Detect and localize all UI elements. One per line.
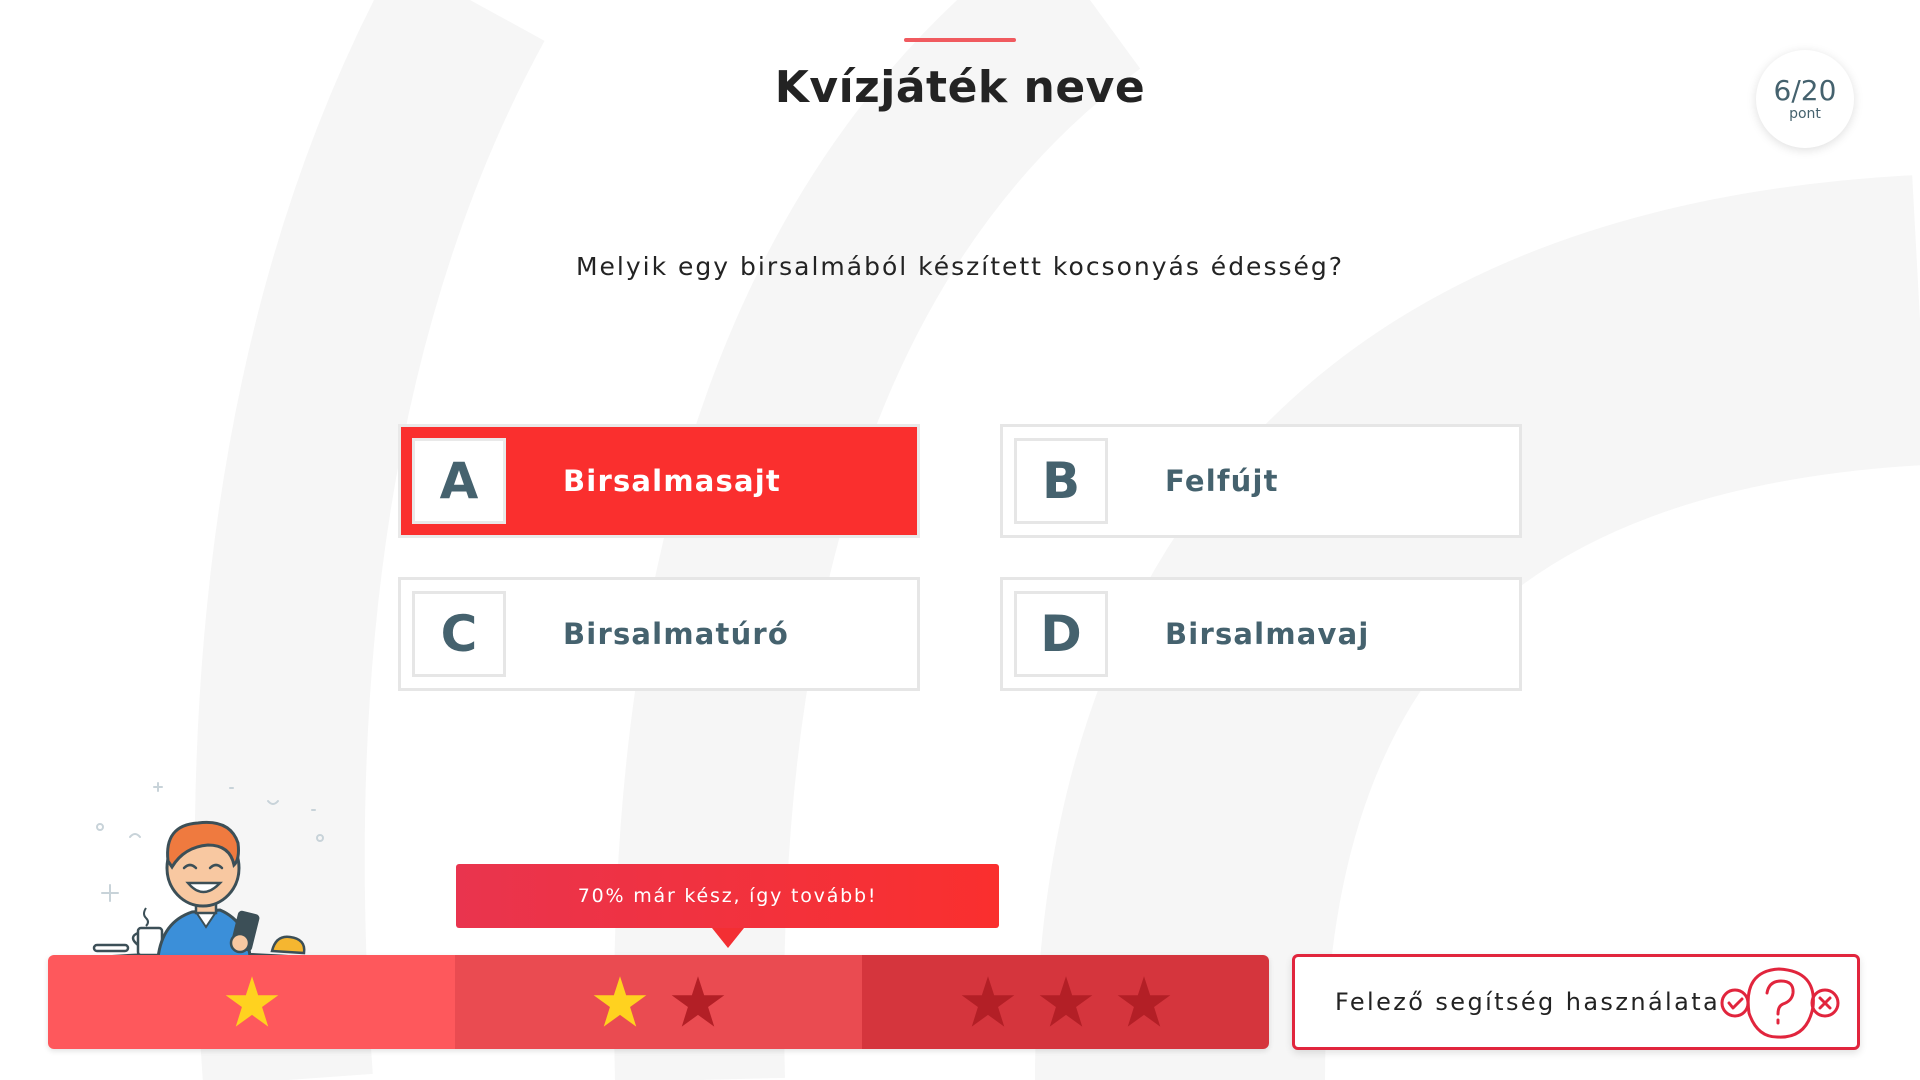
help-button-label: Felező segítség használata (1335, 988, 1721, 1016)
answer-text-d: Birsalmavaj (1165, 617, 1370, 651)
score-badge: 6/20 pont (1756, 50, 1854, 148)
answer-option-a[interactable]: A Birsalmasajt (398, 424, 920, 538)
answer-letter-b: B (1014, 438, 1108, 524)
mascot-illustration (91, 782, 324, 960)
score-value: 6/20 (1773, 74, 1837, 107)
star-empty-icon (1117, 976, 1170, 1027)
answer-letter-d: D (1014, 591, 1108, 677)
star-earned-icon (593, 976, 646, 1027)
answer-option-b[interactable]: B Felfújt (1000, 424, 1522, 538)
answer-letter-a: A (412, 438, 506, 524)
title-accent-rule (904, 38, 1016, 42)
page-title: Kvízjáték neve (774, 62, 1146, 113)
answer-option-d[interactable]: D Birsalmavaj (1000, 577, 1522, 691)
progress-message-pointer (712, 928, 744, 948)
progress-segment-2 (455, 955, 862, 1049)
half-help-button[interactable]: Felező segítség használata (1292, 954, 1860, 1050)
progress-segment-3 (862, 955, 1269, 1049)
answer-text-b: Felfújt (1165, 464, 1279, 498)
star-empty-icon (1039, 976, 1092, 1027)
score-unit: pont (1789, 106, 1821, 122)
star-empty-icon (961, 976, 1014, 1027)
star-empty-icon (671, 976, 724, 1027)
half-help-icon (1720, 967, 1840, 1039)
progress-message: 70% már kész, így tovább! (456, 864, 999, 928)
star-progress-bar (48, 955, 1269, 1049)
question-text: Melyik egy birsalmából készített kocsony… (575, 252, 1345, 281)
answer-option-c[interactable]: C Birsalmatúró (398, 577, 920, 691)
answer-letter-c: C (412, 591, 506, 677)
answer-text-a: Birsalmasajt (563, 464, 781, 498)
progress-segment-1 (48, 955, 455, 1049)
answer-text-c: Birsalmatúró (563, 617, 790, 651)
star-earned-icon (225, 976, 278, 1027)
